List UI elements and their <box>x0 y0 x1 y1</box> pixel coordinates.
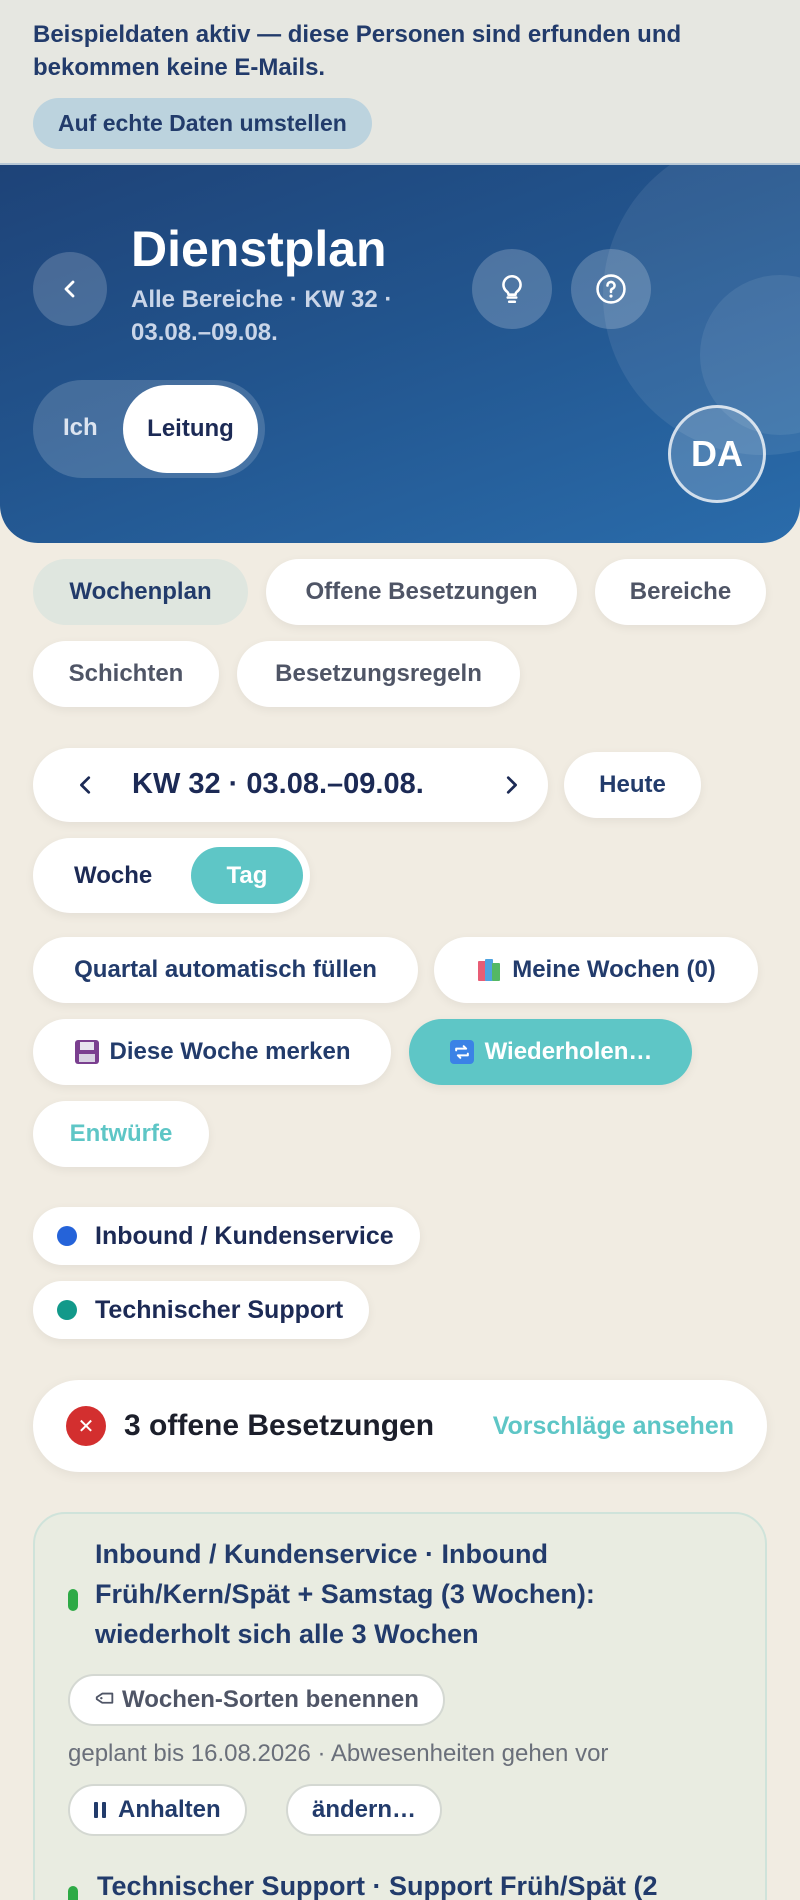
view-toggle: Woche Tag <box>33 838 310 913</box>
drafts-button[interactable]: Entwürfe <box>33 1101 209 1167</box>
area-label: Inbound / Kundenservice <box>95 1221 394 1250</box>
next-week-button[interactable] <box>496 770 526 800</box>
view-suggestions-link[interactable]: Vorschläge ansehen <box>493 1412 734 1441</box>
area-filter-inbound[interactable]: Inbound / Kundenservice <box>33 1207 420 1265</box>
error-x-icon: ✕ <box>66 1406 106 1446</box>
area-color-dot <box>57 1226 77 1246</box>
chevron-right-icon <box>506 776 517 794</box>
area-color-dot <box>57 1300 77 1320</box>
tab-schichten[interactable]: Schichten <box>33 641 219 707</box>
open-positions-card: ✕ 3 offene Besetzungen Vorschläge ansehe… <box>33 1380 767 1472</box>
pause-button[interactable]: Anhalten <box>68 1784 247 1836</box>
books-icon <box>476 957 502 983</box>
tips-button[interactable] <box>472 249 552 329</box>
recurrence-meta: geplant bis 16.08.2026 · Abwesenheiten g… <box>68 1740 609 1767</box>
week-label: KW 32 · 03.08.–09.08. <box>132 768 424 800</box>
area-filter-technical-support[interactable]: Technischer Support <box>33 1281 370 1339</box>
pause-icon <box>94 1802 106 1818</box>
switch-to-real-data-button[interactable]: Auf echte Daten umstellen <box>33 98 372 149</box>
view-option-woche[interactable]: Woche <box>74 862 152 890</box>
remember-week-button[interactable]: Diese Woche merken <box>33 1019 391 1085</box>
tag-icon <box>95 1692 114 1704</box>
tab-bereiche[interactable]: Bereiche <box>595 559 766 625</box>
lightbulb-icon <box>502 274 522 304</box>
view-option-tag[interactable]: Tag <box>191 847 303 904</box>
edit-recurrence-button[interactable]: ändern… <box>286 1784 443 1836</box>
week-navigator: KW 32 · 03.08.–09.08. <box>33 748 548 822</box>
tab-wochenplan[interactable]: Wochenplan <box>33 559 248 625</box>
fill-quarter-button[interactable]: Quartal automatisch füllen <box>33 937 418 1003</box>
help-button[interactable] <box>571 249 651 329</box>
name-week-types-button[interactable]: Wochen-Sorten benennen <box>68 1674 445 1726</box>
tab-offene-besetzungen[interactable]: Offene Besetzungen <box>266 559 577 625</box>
remember-week-label: Diese Woche merken <box>109 1038 351 1065</box>
my-weeks-button[interactable]: Meine Wochen (0) <box>434 937 758 1003</box>
my-weeks-label: Meine Wochen (0) <box>512 956 716 983</box>
area-label: Technischer Support <box>95 1295 344 1324</box>
repeat-button[interactable]: Wiederholen… <box>409 1019 692 1085</box>
open-positions-text: 3 offene Besetzungen <box>124 1409 435 1442</box>
recurrence-title: Inbound / Kundenservice · Inbound Früh/K… <box>95 1539 595 1649</box>
page-title: Dienstplan <box>131 221 387 277</box>
repeat-label: Wiederholen… <box>484 1038 653 1065</box>
role-option-ich[interactable]: Ich <box>63 414 98 442</box>
tab-besetzungsregeln[interactable]: Besetzungsregeln <box>237 641 520 707</box>
demo-data-banner: Beispieldaten aktiv — diese Personen sin… <box>0 0 800 165</box>
role-switch: Ich Leitung <box>33 380 265 478</box>
demo-banner-message: Beispieldaten aktiv — diese Personen sin… <box>33 21 682 81</box>
previous-week-button[interactable] <box>71 770 101 800</box>
repeat-icon <box>449 1039 475 1065</box>
page-header: Dienstplan Alle Bereiche · KW 32 · 03.08… <box>0 165 800 543</box>
role-option-leitung[interactable]: Leitung <box>123 385 258 473</box>
floppy-disk-icon <box>74 1039 100 1065</box>
page-subtitle: Alle Bereiche · KW 32 · 03.08.–09.08. <box>131 286 393 346</box>
avatar[interactable]: DA <box>668 405 766 503</box>
recurrence-title-2: Technischer Support · Support Früh/Spät … <box>97 1871 658 1900</box>
chevron-left-icon <box>64 280 75 298</box>
chevron-left-icon <box>80 776 91 794</box>
recurrence-card: Inbound / Kundenservice · Inbound Früh/K… <box>33 1512 767 1900</box>
back-button[interactable] <box>33 252 107 326</box>
help-circle-icon <box>596 274 626 304</box>
recurrence-status-bar <box>68 1589 78 1611</box>
today-button[interactable]: Heute <box>564 752 701 818</box>
recurrence-status-bar <box>68 1886 78 1900</box>
